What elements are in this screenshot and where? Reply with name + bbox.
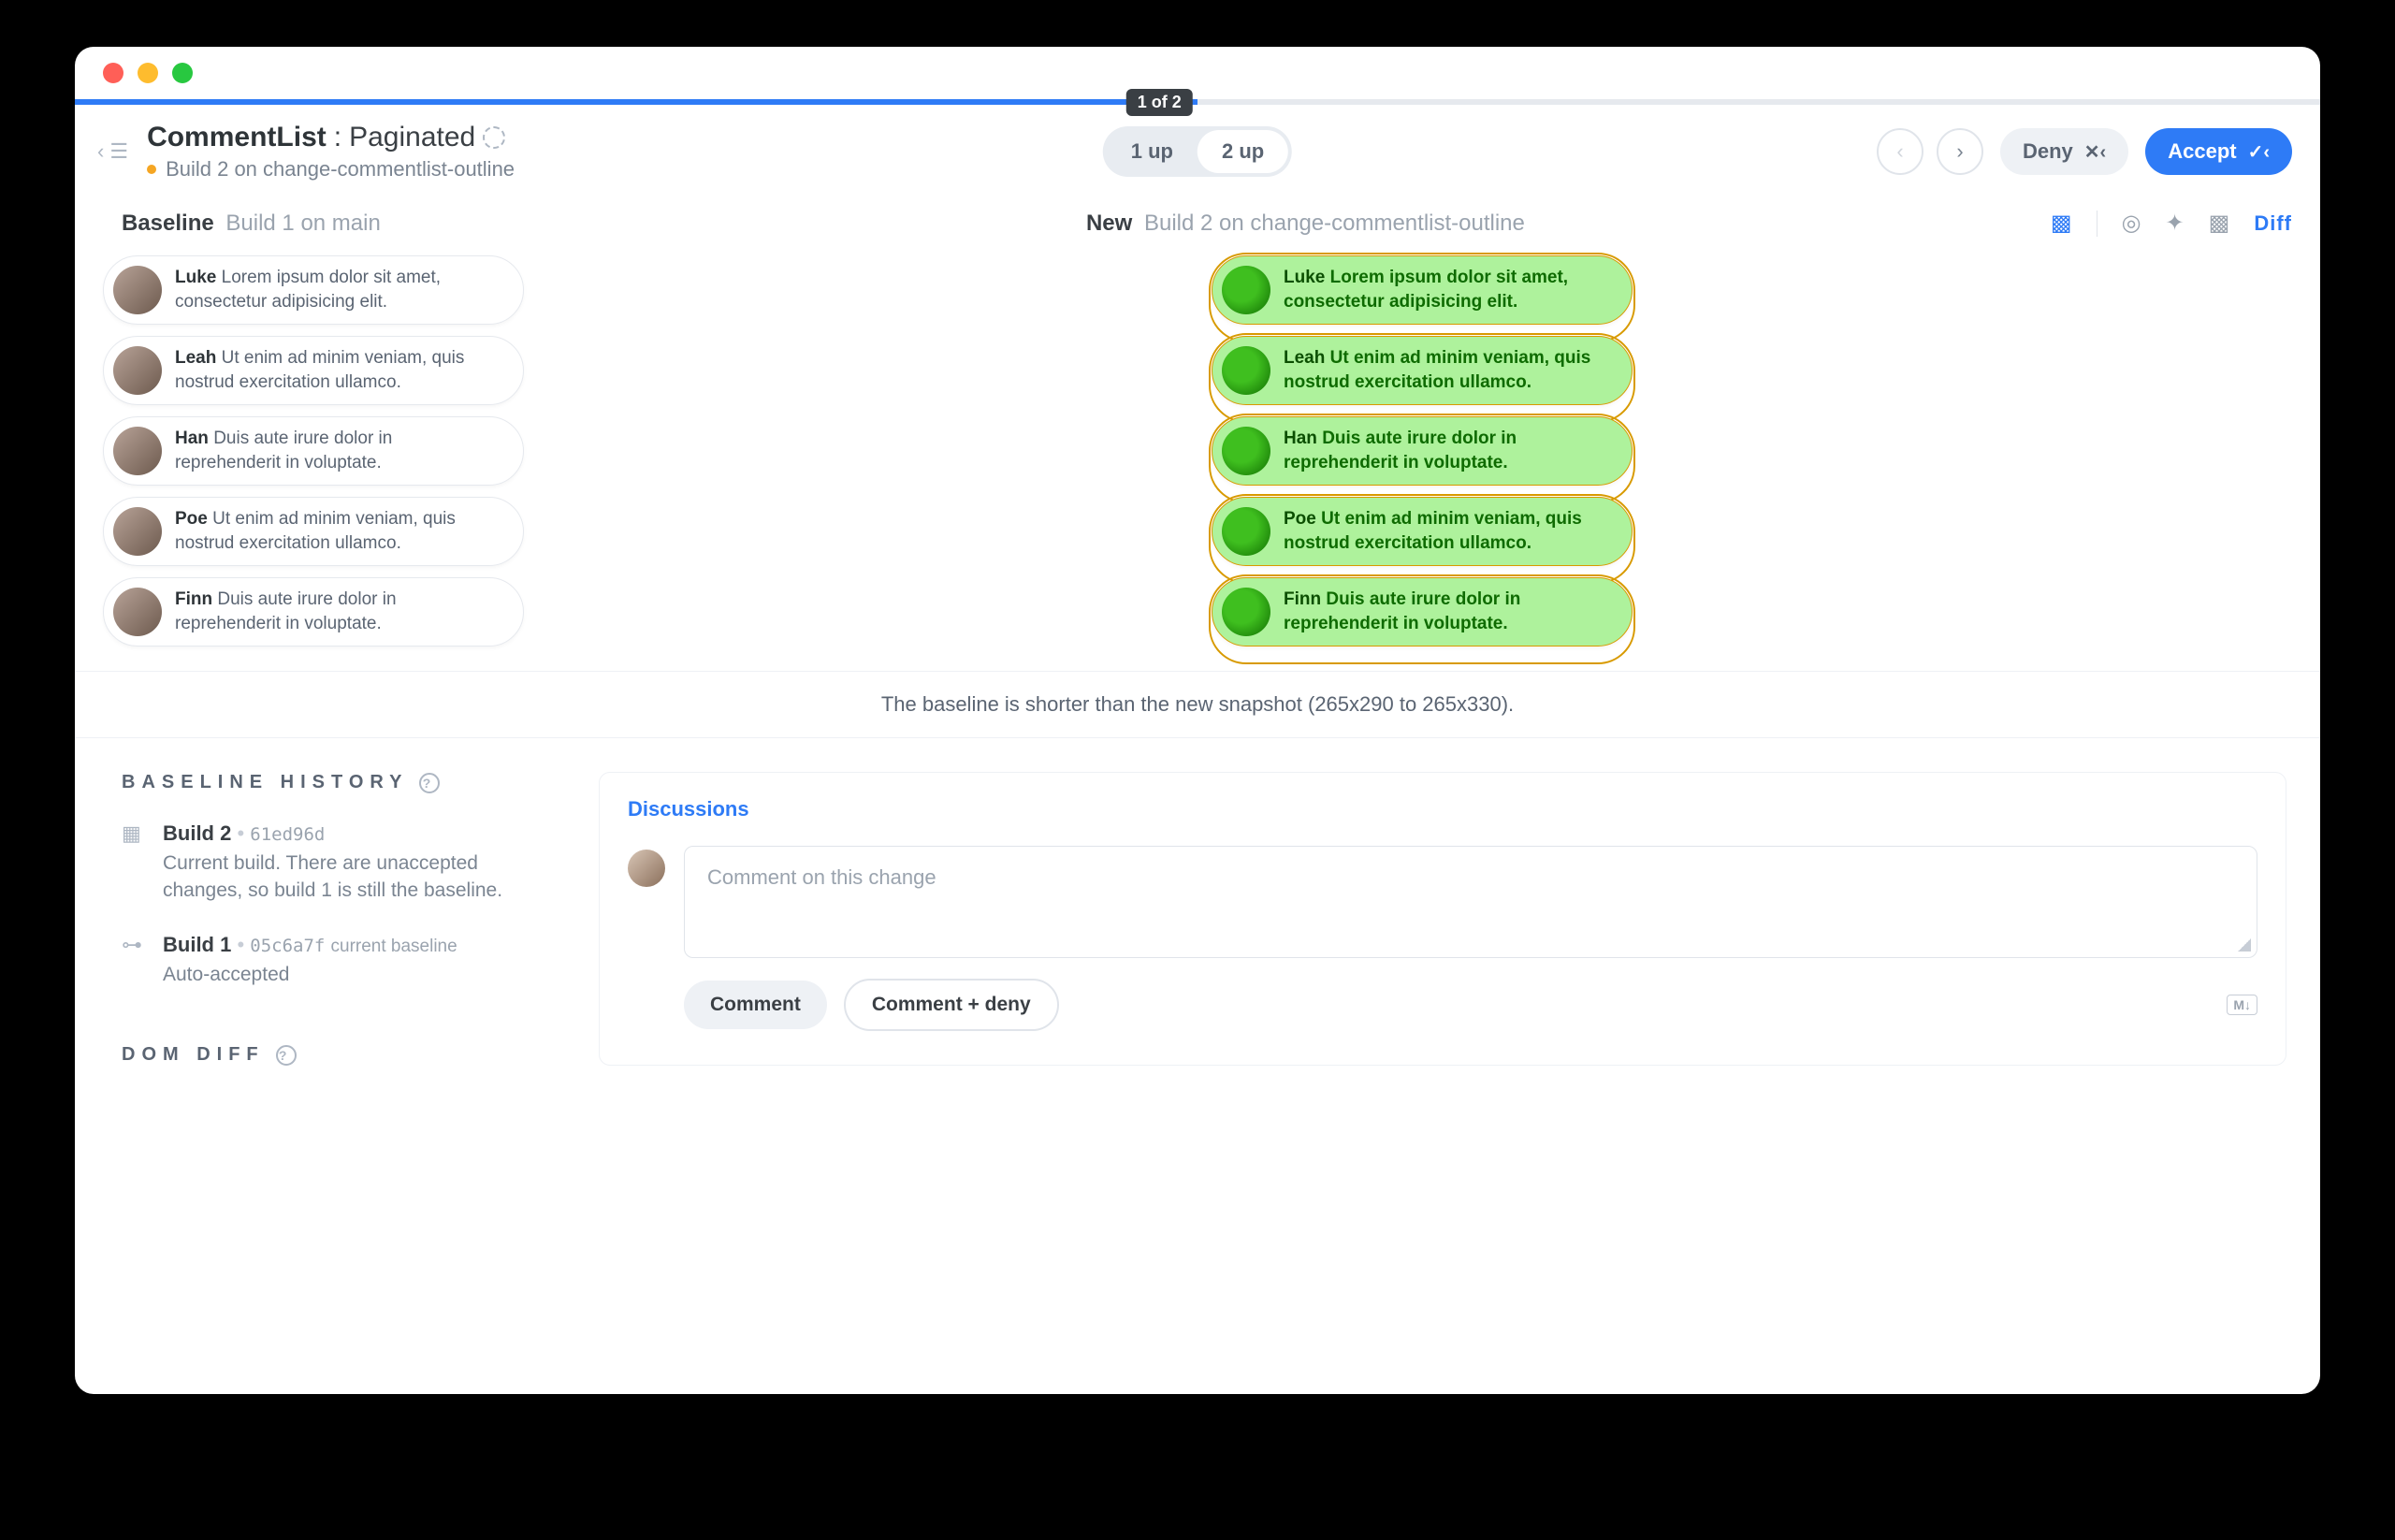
topbar-actions: ‹ › Deny ✕‹ Accept ✓‹ [1877,128,2292,175]
discussions-panel: Discussions Comment on this change Comme… [599,772,2286,1066]
view-mode-toggle: 1 of 2 1 up 2 up [1103,126,1292,177]
history-build-desc: Current build. There are unaccepted chan… [163,850,518,905]
commit-icon: ⊶ [122,933,146,957]
help-icon[interactable]: ? [419,773,440,793]
accept-button[interactable]: Accept ✓‹ [2145,128,2292,175]
browser-window: ‹ ☰ CommentList: Paginated Build 2 on ch… [75,47,2320,1394]
window-titlebar [75,47,2320,99]
target-icon[interactable]: ◎ [2122,210,2141,237]
comment-item: Poe Ut enim ad minim veniam, quis nostru… [103,497,524,566]
maximize-window-icon[interactable] [172,63,193,83]
avatar [1222,507,1270,556]
avatar [113,346,162,395]
new-sub: Build 2 on change-commentlist-outline [1144,211,1525,236]
breadcrumb-nav: ‹ ☰ [97,139,128,164]
history-build-hash: 61ed96d [250,824,325,845]
avatar [113,507,162,556]
discussions-tab[interactable]: Discussions [628,797,749,821]
user-avatar [628,850,665,887]
avatar [1222,266,1270,314]
close-window-icon[interactable] [103,63,123,83]
avatar [113,266,162,314]
comment-placeholder: Comment on this change [707,865,936,889]
diff-label[interactable]: Diff [2254,211,2292,236]
next-change-button[interactable]: › [1937,128,1983,175]
view-tooltip: 1 of 2 [1126,89,1193,116]
build-icon: ▦ [122,821,146,846]
history-build-hash: 05c6a7f [250,936,325,956]
history-build-desc: Auto-accepted [163,961,457,988]
comment-item: Finn Duis aute irure dolor in reprehende… [103,577,524,647]
help-icon[interactable]: ? [276,1045,297,1066]
deny-button[interactable]: Deny ✕‹ [2000,128,2128,175]
baseline-label: Baseline [122,211,214,236]
story-component-name: CommentList [147,122,327,153]
accept-icon: ✓‹ [2248,140,2270,164]
comment-item-diff: Leah Ut enim ad minim veniam, quis nostr… [1212,336,1633,405]
focus-mode-icon[interactable]: ▩ [2051,210,2072,237]
comment-input[interactable]: Comment on this change [684,846,2257,958]
deny-icon: ✕‹ [2084,140,2106,164]
deny-label: Deny [2023,139,2073,164]
ignore-regions-icon[interactable]: ✦ [2166,210,2185,237]
two-up-tab[interactable]: 2 up [1198,130,1288,173]
back-icon[interactable]: ‹ [97,139,104,164]
comment-item: Han Duis aute irure dolor in reprehender… [103,416,524,486]
build-subtitle: Build 2 on change-commentlist-outline [166,157,515,182]
accept-label: Accept [2168,139,2236,164]
prev-change-button[interactable]: ‹ [1877,128,1923,175]
comment-item-diff: Han Duis aute irure dolor in reprehender… [1212,416,1633,486]
snapshot-row: Luke Lorem ipsum dolor sit amet, consect… [75,248,2320,658]
history-build-title: Build 2 [163,821,231,845]
diff-tools: ▩ ◎ ✦ ▩ Diff [2051,210,2292,237]
new-label: New [1086,211,1132,236]
list-icon[interactable]: ☰ [109,139,128,164]
markdown-badge: M↓ [2227,995,2257,1015]
avatar [113,427,162,475]
comment-deny-button[interactable]: Comment + deny [844,979,1059,1031]
comment-button[interactable]: Comment [684,981,827,1029]
baseline-sub: Build 1 on main [225,211,380,236]
overlay-icon[interactable]: ▩ [2209,210,2230,237]
status-dot-icon [147,165,156,174]
comment-item-diff: Luke Lorem ipsum dolor sit amet, consect… [1212,255,1633,325]
baseline-history-heading: BASELINE HISTORY ? [122,772,561,793]
resize-note: The baseline is shorter than the new sna… [75,671,2320,738]
panel-headers: Baseline Build 1 on main New Build 2 on … [75,198,2320,248]
history-item: ⊶ Build 1 • 05c6a7f current baseline Aut… [122,933,561,988]
comment-item-diff: Poe Ut enim ad minim veniam, quis nostru… [1212,497,1633,566]
bottom-section: BASELINE HISTORY ? ▦ Build 2 • 61ed96d C… [75,738,2320,1066]
story-state-name: Paginated [349,122,475,153]
avatar [1222,588,1270,636]
comment-item-diff: Finn Duis aute irure dolor in reprehende… [1212,577,1633,647]
avatar [1222,427,1270,475]
minimize-window-icon[interactable] [138,63,158,83]
one-up-tab[interactable]: 1 up [1107,130,1198,173]
avatar [1222,346,1270,395]
comment-item: Leah Ut enim ad minim veniam, quis nostr… [103,336,524,405]
history-build-title: Build 1 [163,933,231,956]
comment-item: Luke Lorem ipsum dolor sit amet, consect… [103,255,524,325]
title-block: CommentList: Paginated Build 2 on change… [147,122,515,182]
new-snapshot: Luke Lorem ipsum dolor sit amet, consect… [1212,255,2320,658]
story-settings-icon[interactable] [483,126,505,149]
baseline-snapshot: Luke Lorem ipsum dolor sit amet, consect… [103,255,1212,658]
history-build-tag: current baseline [331,937,457,956]
dom-diff-heading: DOM DIFF ? [122,1044,561,1066]
history-item: ▦ Build 2 • 61ed96d Current build. There… [122,821,561,905]
avatar [113,588,162,636]
topbar: ‹ ☰ CommentList: Paginated Build 2 on ch… [75,105,2320,198]
